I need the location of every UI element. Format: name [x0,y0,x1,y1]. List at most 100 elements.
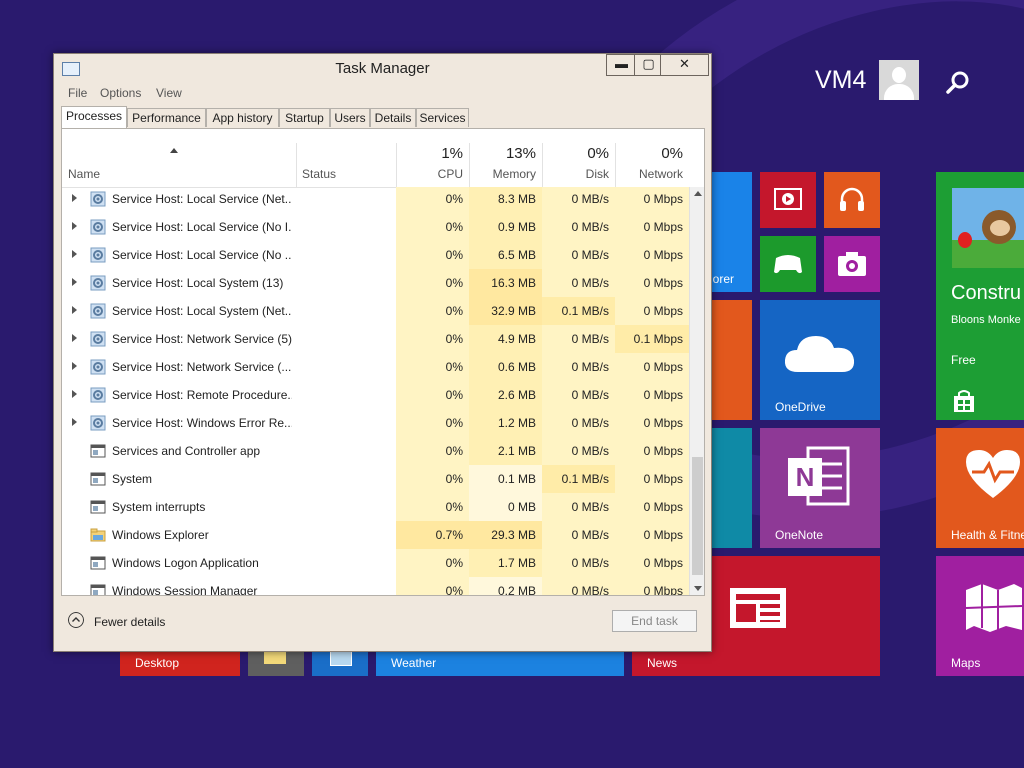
process-memory: 8.3 MB [469,187,542,213]
expand-arrow-icon[interactable] [72,222,77,230]
column-header-memory[interactable]: 13% Memory [469,129,542,187]
scroll-thumb[interactable] [692,457,703,575]
expand-arrow-icon[interactable] [72,362,77,370]
column-memory-label: Memory [492,167,536,181]
tab-startup[interactable]: Startup [279,108,330,127]
column-header-name[interactable]: Name [62,129,296,187]
tile-onenote[interactable]: N OneNote [760,428,880,548]
tile-games[interactable] [760,236,816,292]
task-manager-window[interactable]: Task Manager ▬ ▢ ✕ File Options View Pro… [53,53,712,652]
menu-file[interactable]: File [68,86,87,100]
process-network: 0 Mbps [615,353,689,381]
table-row[interactable]: Windows Session Manager 0% 0.2 MB 0 MB/s 0 M… [62,577,689,595]
table-row[interactable]: Service Host: Local Service (No I... 0% 0.… [62,213,689,241]
processes-panel: Name Status 1% CPU 13% Memory 0% Disk 0%… [61,128,705,596]
tab-details[interactable]: Details [370,108,416,127]
tab-services[interactable]: Services [416,108,469,127]
process-cpu: 0% [396,437,469,465]
gear-icon [90,359,106,375]
table-row[interactable]: Service Host: Windows Error Re... 0% 1.2 M… [62,409,689,437]
process-disk: 0 MB/s [542,493,615,521]
cpu-total-percent: 1% [441,145,463,162]
tab-processes[interactable]: Processes [61,106,127,128]
expand-arrow-icon[interactable] [72,306,77,314]
process-network: 0 Mbps [615,465,689,493]
table-row[interactable]: System interrupts 0% 0 MB 0 MB/s 0 Mbps [62,493,689,521]
tile-music[interactable] [824,172,880,228]
process-cpu: 0% [396,241,469,269]
tile-camera[interactable] [824,236,880,292]
column-header-disk[interactable]: 0% Disk [542,129,615,187]
table-row[interactable]: Service Host: Local System (Net... 0% 32.9… [62,297,689,325]
expand-arrow-icon[interactable] [72,194,77,202]
table-row[interactable]: Service Host: Local Service (Net... 0% 8.3… [62,187,689,213]
folder-icon [90,528,106,542]
svg-text:N: N [796,462,815,492]
table-row[interactable]: Services and Controller app 0% 2.1 MB 0 MB/… [62,437,689,465]
maximize-button[interactable]: ▢ [634,54,663,76]
process-network: 0 Mbps [615,269,689,297]
tile-health[interactable]: Health & Fitne [936,428,1024,548]
tab-performance[interactable]: Performance [127,108,206,127]
table-row[interactable]: Windows Explorer 0.7% 29.3 MB 0 MB/s 0 Mbps [62,521,689,549]
table-row[interactable]: Service Host: Network Service (5) 0% 4.9 M… [62,325,689,353]
process-network: 0 Mbps [615,409,689,437]
table-row[interactable]: Service Host: Local System (13) 0% 16.3 MB… [62,269,689,297]
table-row[interactable]: Service Host: Local Service (No ... 0% 6.5… [62,241,689,269]
column-status-label: Status [302,167,337,181]
process-network: 0 Mbps [615,493,689,521]
close-button[interactable]: ✕ [660,54,709,76]
tile-onedrive[interactable]: OneDrive [760,300,880,420]
process-disk: 0 MB/s [542,187,615,213]
minimize-button[interactable]: ▬ [606,54,637,76]
window-icon [330,650,352,666]
vertical-scrollbar[interactable] [689,187,704,595]
expand-arrow-icon[interactable] [72,390,77,398]
tile-maps[interactable]: Maps [936,556,1024,676]
column-header-cpu[interactable]: 1% CPU [396,129,469,187]
tile-explorer-label: lorer [710,272,735,286]
process-name: Windows Explorer [112,528,209,542]
scroll-up-icon[interactable] [694,191,702,196]
video-icon [774,188,802,210]
gear-icon [90,303,106,319]
user-name[interactable]: VM4 [815,66,866,95]
gear-icon [90,275,106,291]
end-task-button[interactable]: End task [612,610,697,632]
table-row[interactable]: Service Host: Remote Procedure... 0% 2.6 M… [62,381,689,409]
process-memory: 32.9 MB [469,297,542,325]
process-memory: 6.5 MB [469,241,542,269]
tab-users[interactable]: Users [330,108,370,127]
expand-arrow-icon[interactable] [72,418,77,426]
expand-arrow-icon[interactable] [72,278,77,286]
title-bar[interactable]: Task Manager ▬ ▢ ✕ [54,54,711,82]
process-memory: 4.9 MB [469,325,542,353]
map-icon [965,584,1023,632]
menu-view[interactable]: View [156,86,182,100]
process-disk: 0 MB/s [542,269,615,297]
table-row[interactable]: Service Host: Network Service (... 0% 0.6 … [62,353,689,381]
process-cpu: 0% [396,325,469,353]
table-row[interactable]: System 0% 0.1 MB 0.1 MB/s 0 Mbps [62,465,689,493]
process-network: 0 Mbps [615,549,689,577]
process-name: Service Host: Windows Error Re... [112,416,292,430]
process-network: 0 Mbps [615,521,689,549]
process-cpu: 0% [396,353,469,381]
store-game-image [952,188,1024,268]
process-memory: 0.1 MB [469,465,542,493]
tile-store[interactable]: Constru Bloons Monke Free [936,172,1024,420]
scroll-down-icon[interactable] [694,586,702,591]
expand-arrow-icon[interactable] [72,334,77,342]
column-header-network[interactable]: 0% Network [615,129,689,187]
gear-icon [90,331,106,347]
process-disk: 0 MB/s [542,577,615,595]
tab-app-history[interactable]: App history [206,108,279,127]
menu-options[interactable]: Options [100,86,141,100]
tile-video[interactable] [760,172,816,228]
table-row[interactable]: Windows Logon Application 0% 1.7 MB 0 MB/s 0… [62,549,689,577]
user-avatar[interactable] [879,60,919,100]
search-icon[interactable] [944,68,974,98]
column-header-status[interactable]: Status [296,129,396,187]
expand-arrow-icon[interactable] [72,250,77,258]
camera-icon [838,252,866,276]
